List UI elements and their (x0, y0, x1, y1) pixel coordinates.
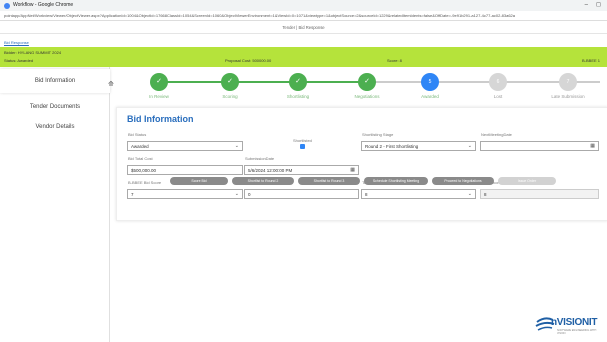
sidebar-item-vendor-details[interactable]: Vendor Details (0, 124, 110, 130)
bbbee-score-select[interactable]: 7 ⌄ (127, 189, 243, 199)
progress-line-done (159, 81, 368, 83)
status-row: Status: Awarded Proposal Cost: 500000.00… (4, 58, 604, 63)
calendar-icon[interactable]: ▦ (350, 166, 355, 175)
browser-title-bar: Workflow - Google Chrome – ◻ (0, 0, 607, 11)
company-logo: nVISIONIT SOFTWARE ENGINEERING WITH VISI… (535, 312, 605, 335)
bid-total-cost-value: $500,000.00 (131, 168, 157, 173)
bidder-name: Bidder: HYLANG SUMMIT 2024 (4, 50, 62, 55)
step-lost[interactable]: 6 (489, 73, 507, 91)
bid-total-cost-label: Bid Total Cost (128, 156, 153, 161)
minimize-icon[interactable]: – (585, 0, 588, 11)
step-negotiations[interactable]: ✓ (358, 73, 376, 91)
sidebar-item-tender-documents[interactable]: Tender Documents (0, 104, 110, 110)
calendar-icon[interactable]: ▦ (590, 142, 595, 151)
shortlist-round3-button[interactable]: Shortlist to Round 3 (298, 177, 360, 185)
shortlisted-checkbox[interactable] (300, 144, 305, 149)
issue-order-button[interactable]: Issue Order (498, 177, 556, 185)
chrome-icon (4, 2, 10, 9)
bbbee-score-label: B-BBEE Bid Score (128, 180, 162, 185)
bid-total-cost-field[interactable]: $500,000.00 (127, 165, 243, 175)
submission-date-value: 5/6/2024 12:00:00 PM (248, 168, 293, 173)
submission-date-field[interactable]: 5/6/2024 12:00:00 PM ▦ (244, 165, 359, 175)
shortlisting-stage-value: Round 2 - First Shortlisting (365, 144, 419, 149)
breadcrumb[interactable]: Bid Response (4, 40, 29, 45)
sidebar-item-bid-information[interactable]: Bid Information (0, 69, 110, 93)
bid-status-select[interactable]: Awarded ⌄ (127, 141, 243, 151)
shortlist-round2-button[interactable]: Shortlist to Round 2 (232, 177, 294, 185)
bid-status-value: Awarded (131, 144, 149, 149)
price-score-select[interactable]: 0 (244, 189, 359, 199)
step-label-lost: Lost (493, 94, 503, 99)
step-scoring[interactable]: ✓ (221, 73, 239, 91)
window-title: Workflow - Google Chrome (13, 2, 74, 8)
step-late-submission[interactable]: 7 (559, 73, 577, 91)
technical-score-value: 8 (365, 192, 368, 197)
shortlisting-stage-select[interactable]: Round 2 - First Shortlisting ⌄ (361, 141, 476, 151)
score: Score: 8 (387, 58, 402, 63)
bid-status-label: Bid Status (128, 132, 147, 137)
price-score-value: 0 (248, 192, 251, 197)
submission-date-label: SubmissionDate (245, 156, 275, 161)
step-label-negotiations: Negotiations (354, 94, 380, 99)
step-in-review[interactable]: ✓ (150, 73, 168, 91)
shortlisting-stage-label: Shortlisting Stage (362, 132, 394, 137)
proceed-negotiations-button[interactable]: Proceed to Negotiations (432, 177, 494, 185)
score-bid-button[interactable]: Score Bid (170, 177, 228, 185)
address-text: pointapp/AppNet/Workview/Viewer/ObjectVi… (4, 13, 516, 18)
window-controls: – ◻ (585, 0, 601, 11)
step-label-scoring: Scoring (222, 94, 238, 99)
bbbee-score-value: 7 (131, 192, 134, 197)
status-text: Status: Awarded (4, 58, 34, 63)
sidebar: Bid Information Tender Documents Vendor … (0, 67, 110, 342)
logo-name: nVISIONIT (551, 317, 598, 328)
chevron-down-icon: ⌄ (467, 191, 472, 197)
bid-information-panel: Bid Information Bid Status Awarded ⌄ Sho… (116, 107, 607, 221)
step-label-awarded: Awarded (421, 94, 439, 99)
step-label-shortlisting: Shortlisting (286, 94, 310, 99)
panel-title: Bid Information (127, 114, 194, 124)
status-stepper: ✓ ✓ ✓ ✓ 5 6 7 In Review Scoring Shortlis… (110, 67, 607, 105)
schedule-meeting-button[interactable]: Schedule Shortlisting Meeting (364, 177, 428, 185)
proposal-cost: Proposal Cost: 500000.00 (225, 58, 272, 63)
step-label-in-review: In Review (149, 94, 169, 99)
bbbee-level: B-BBEE 1 (581, 58, 600, 63)
chevron-down-icon: ⌄ (467, 143, 472, 149)
chevron-down-icon: ⌄ (234, 191, 239, 197)
top-tabs: Tender | Bid Response (0, 21, 607, 34)
step-label-late-submission: Late Submission (551, 94, 585, 99)
chevron-down-icon: ⌄ (234, 143, 239, 149)
maximize-icon[interactable]: ◻ (596, 0, 601, 11)
next-meeting-date-field[interactable]: ▦ (480, 141, 599, 151)
address-bar[interactable]: pointapp/AppNet/Workview/Viewer/ObjectVi… (0, 11, 607, 21)
step-awarded[interactable]: 5 (421, 73, 439, 91)
next-meeting-label: NextMeetingDate (481, 132, 512, 137)
technical-score-select[interactable]: 8 ⌄ (361, 189, 476, 199)
logo-tagline: SOFTWARE ENGINEERING WITH VISION (557, 329, 597, 335)
total-score-value: 8 (484, 192, 487, 197)
step-shortlisting[interactable]: ✓ (289, 73, 307, 91)
total-score-field: 8 (480, 189, 599, 199)
status-header: Bidder: HYLANG SUMMIT 2024 Status: Award… (0, 47, 607, 67)
top-tabs-label[interactable]: Tender | Bid Response (282, 25, 324, 30)
shortlisted-label: Shortlisted (293, 138, 312, 143)
